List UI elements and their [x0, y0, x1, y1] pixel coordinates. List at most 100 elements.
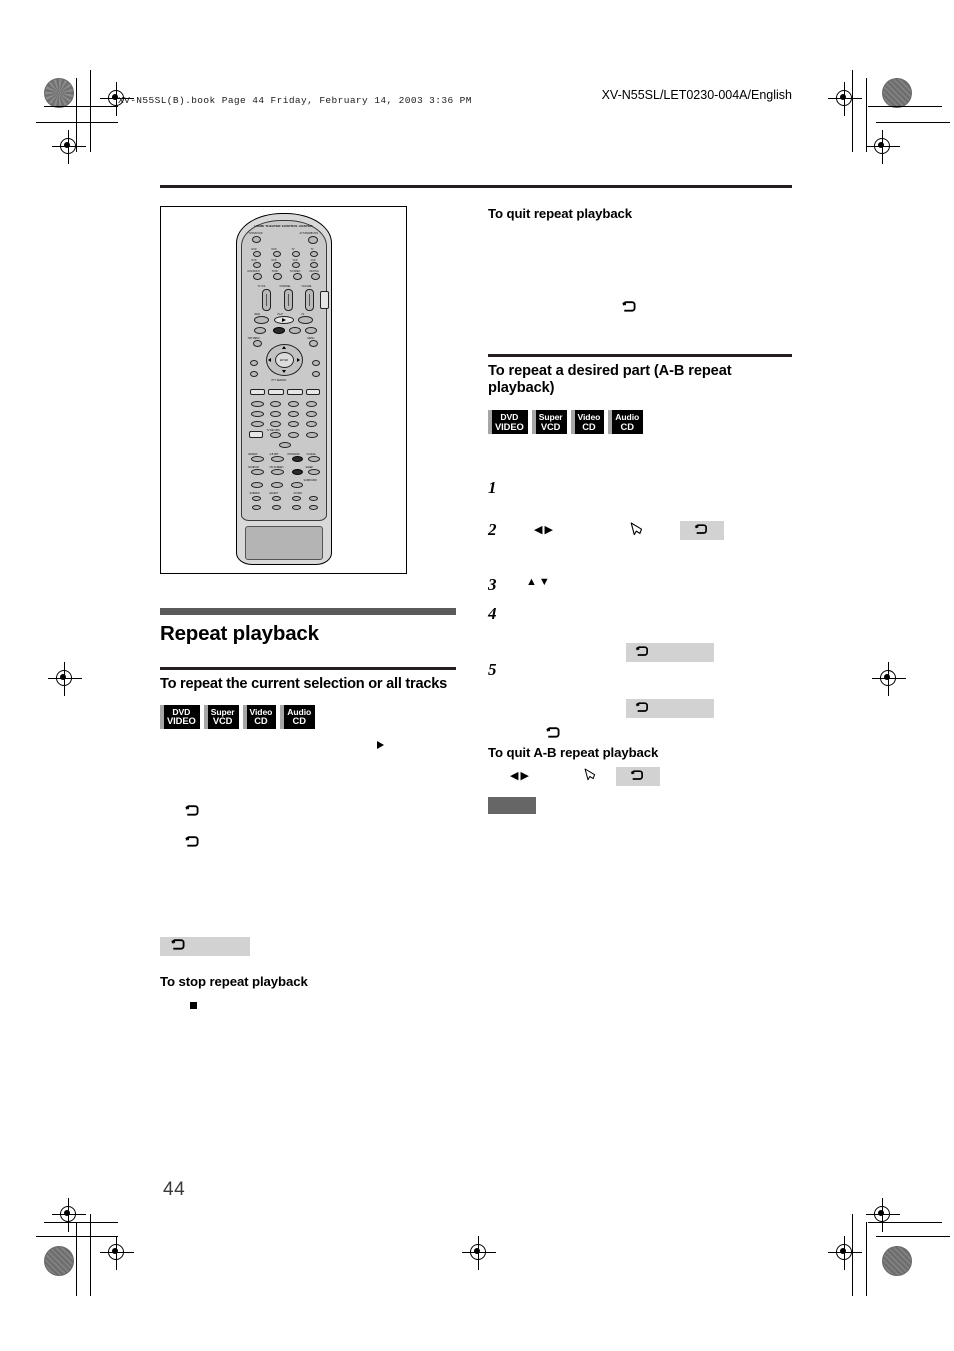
remote-button-num-3[interactable] [305, 401, 317, 407]
remote-button-ff[interactable] [297, 316, 313, 324]
remote-button-extra-down[interactable] [308, 505, 318, 510]
remote-button-av-standby[interactable] [307, 236, 318, 244]
remote-button-repeat[interactable] [250, 456, 264, 462]
remote-button-src-7[interactable] [291, 262, 300, 268]
remote-button-pty-right[interactable] [311, 360, 320, 366]
remote-button-num-1[interactable] [269, 401, 281, 407]
remote-button-tv-dvd-vcr[interactable] [251, 236, 261, 243]
remote-button-tv-av[interactable] [272, 273, 282, 280]
remote-button-vfp[interactable] [248, 431, 263, 438]
remote-button-zoom[interactable] [250, 401, 264, 407]
cursor-pointer-icon [584, 768, 597, 783]
registration-mark-bottom-right [866, 1198, 900, 1232]
remote-button-num-9[interactable] [287, 421, 299, 427]
badge-audio-cd: Audio CD [280, 704, 316, 729]
remote-button-num-0[interactable] [305, 421, 317, 427]
registration-mark-mid-right [872, 662, 906, 696]
remote-button-ab-repeat[interactable] [270, 456, 284, 462]
remote-button-src-6[interactable] [272, 262, 281, 268]
remote-button-num-2[interactable] [287, 401, 299, 407]
left-right-arrows-icon: ◀▶ [534, 524, 555, 537]
remote-label-pty-search: PTY SEARCH [271, 379, 287, 382]
badge-text: DVD VIDEO [167, 707, 196, 725]
remote-slider-tv-vol[interactable] [261, 289, 271, 311]
registration-color-patch-top-left [44, 78, 74, 108]
remote-button-src-1[interactable] [252, 251, 261, 257]
remote-button-title[interactable] [250, 411, 264, 417]
subsection-rule-ab [488, 354, 792, 357]
remote-button-extra-up[interactable] [308, 496, 318, 501]
remote-button-display[interactable] [311, 371, 320, 377]
badge-dvd-video: DVD VIDEO [488, 410, 528, 435]
remote-button-src-8[interactable] [309, 262, 318, 268]
remote-button-pty-left[interactable] [249, 360, 258, 366]
remote-button-return[interactable] [305, 389, 320, 395]
remote-button-src-3[interactable] [291, 251, 300, 257]
remote-button-num-8[interactable] [269, 421, 281, 427]
repeat-key-icon[interactable] [626, 699, 714, 719]
remote-button-sleep[interactable] [307, 469, 320, 475]
remote-button-num-6[interactable] [305, 411, 317, 417]
remote-button-fm-mode[interactable] [278, 442, 291, 448]
remote-button-effect-down[interactable] [271, 505, 281, 510]
remote-slider-volume[interactable] [304, 289, 314, 311]
remote-button-src-5[interactable] [252, 262, 261, 268]
remote-button-sound-down[interactable] [291, 505, 301, 510]
remote-button-pause[interactable] [288, 327, 301, 334]
remote-button-lower-1[interactable] [250, 482, 263, 488]
badge-line-2: CD [620, 420, 634, 432]
trim-mark-bottom-right-h [868, 1222, 942, 1224]
repeat-key-icon[interactable] [626, 643, 714, 663]
repeat-key-icon[interactable] [160, 936, 250, 956]
badge-tab [160, 704, 164, 729]
trim-mark-top-right-h2 [876, 122, 950, 124]
step-body: ▲▼ [512, 576, 792, 590]
remote-side-tab[interactable] [319, 291, 329, 309]
remote-button-subwoofer-down[interactable] [251, 505, 261, 510]
remote-button-on-screen[interactable] [249, 371, 258, 377]
badge-text: DVD VIDEO [495, 413, 524, 431]
remote-button-num-7[interactable] [250, 421, 264, 427]
remote-button-subtitle[interactable] [267, 389, 284, 395]
remote-button-rew[interactable] [253, 316, 269, 324]
remote-button-enter[interactable]: ENTER [274, 352, 294, 368]
remote-button-num-5[interactable] [287, 411, 299, 417]
trim-mark-bottom-left-v2 [90, 1214, 92, 1296]
remote-button-program[interactable] [291, 456, 303, 462]
remote-button-reverse-skip[interactable] [253, 327, 266, 334]
remote-button-on-screen-2[interactable] [270, 469, 284, 475]
remote-button-top-menu[interactable] [252, 340, 262, 347]
remote-button-src-4[interactable] [309, 251, 318, 257]
remote-button-stop[interactable] [272, 327, 285, 334]
remote-button-num-4[interactable] [269, 411, 281, 417]
remote-button-center[interactable] [291, 469, 303, 475]
remote-control-figure: HOME THEATER CONTROL CENTER TV/DVD/VCR A… [160, 206, 407, 574]
remote-button-tv-video[interactable] [292, 273, 302, 280]
remote-button-lower-3[interactable] [290, 482, 303, 488]
registration-mark-bottom-left-lower [100, 1236, 134, 1270]
remote-button-num-10[interactable] [269, 432, 281, 438]
remote-button-cancel[interactable] [307, 456, 320, 462]
remote-button-enter-num[interactable] [305, 432, 318, 438]
remote-button-dvd-multi[interactable] [252, 273, 262, 280]
repeat-key-icon[interactable] [616, 767, 660, 787]
remote-button-menu[interactable] [308, 340, 318, 347]
book-file-header: XV-N55SL(B).book Page 44 Friday, Februar… [118, 95, 472, 106]
remote-button-effect-up[interactable] [271, 496, 281, 501]
remote-dpad-right-icon [296, 358, 300, 362]
remote-button-src-2[interactable] [272, 251, 281, 257]
trim-mark-bottom-left-h2 [36, 1236, 118, 1238]
remote-slider-channel[interactable] [283, 289, 293, 311]
remote-button-sound-up[interactable] [291, 496, 301, 501]
step-body: ◀▶ [512, 521, 792, 543]
repeat-key-icon[interactable] [680, 521, 724, 541]
remote-button-num-100[interactable] [287, 432, 299, 438]
remote-button-random[interactable] [250, 469, 264, 475]
remote-button-lower-2[interactable] [270, 482, 283, 488]
remote-button-subwoofer-up[interactable] [251, 496, 261, 501]
badge-text: Super VCD [539, 413, 563, 431]
remote-button-muting[interactable] [310, 273, 320, 280]
remote-button-audio[interactable] [249, 389, 265, 395]
remote-button-angle[interactable] [286, 389, 303, 395]
remote-button-forward-skip[interactable] [304, 327, 317, 334]
